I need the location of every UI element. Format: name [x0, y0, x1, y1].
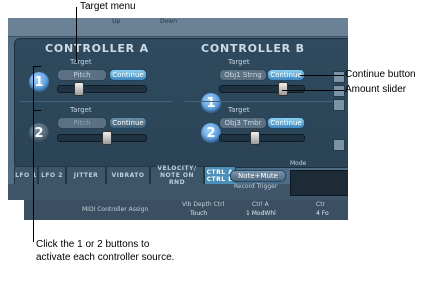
up-label: Up	[112, 18, 121, 25]
callout-target-menu: Target menu	[80, 1, 136, 12]
leader-line	[300, 75, 344, 76]
tab-lfo2[interactable]: LFO 2	[38, 166, 66, 185]
leader-line	[282, 90, 344, 91]
note-mute-button[interactable]: Note+Mute	[230, 170, 286, 182]
tab-lfo1[interactable]: LFO 1	[14, 166, 38, 185]
controller-b-row1-target-label: Target	[228, 58, 250, 66]
controller-a-row2-target-menu[interactable]: Pitch	[57, 117, 107, 129]
leader-line	[33, 66, 34, 242]
ctrl-a-label: Ctrl A	[252, 201, 269, 208]
divider	[185, 101, 339, 102]
ctrl-b-label: Ctr	[316, 201, 326, 208]
trigger-display	[290, 170, 348, 196]
leader-line	[33, 110, 41, 111]
controller-b-title: CONTROLLER B	[201, 42, 305, 55]
controller-b-row2-target-menu[interactable]: Obj3 Tmbr	[219, 117, 267, 129]
vib-depth-ctrl-label: Vib Depth Ctrl	[182, 201, 225, 208]
controller-b-row2-amount-slider[interactable]	[219, 131, 305, 145]
down-label: Down	[160, 18, 178, 25]
controller-a-source-1-button[interactable]: 1	[29, 72, 49, 92]
record-trigger-label: Record Trigger	[234, 183, 278, 190]
leader-line	[33, 66, 41, 67]
controller-a-row2-continue-button[interactable]: Continue	[109, 117, 147, 129]
midi-controller-assign-label: MIDI Controller Assign	[82, 206, 149, 213]
controller-b-source-2-button[interactable]: 2	[201, 123, 221, 143]
vib-depth-ctrl-value[interactable]: Touch	[190, 210, 207, 217]
controller-b-row1-amount-slider[interactable]	[219, 82, 305, 96]
controller-b-row1-target-menu[interactable]: Obj1 Strng	[219, 69, 267, 81]
tab-vibrato[interactable]: VIBRATO	[106, 166, 150, 185]
slider-knob[interactable]	[74, 82, 84, 96]
callout-continue-button: Continue button	[345, 69, 416, 80]
top-bar: Up Down	[8, 18, 348, 37]
slider-knob[interactable]	[102, 131, 112, 145]
controller-section: CONTROLLER A Target 1 Pitch Continue Tar…	[14, 38, 348, 168]
controller-a-row1-continue-button[interactable]: Continue	[109, 69, 147, 81]
controller-a-row1-target-label: Target	[70, 58, 92, 66]
controller-b-source-1-button[interactable]: 1	[201, 93, 221, 113]
controller-a-title: CONTROLLER A	[45, 42, 149, 55]
tab-velocity-note-on-rnd[interactable]: VELOCITY/ NOTE ON RND	[150, 165, 204, 186]
ctrl-b-value[interactable]: 4 Fo	[316, 210, 329, 217]
slider-knob[interactable]	[278, 82, 288, 96]
tab-jitter[interactable]: JITTER	[66, 166, 106, 185]
controller-b-row2-target-label: Target	[228, 106, 250, 114]
controller-a-row1-target-menu[interactable]: Pitch	[57, 69, 107, 81]
side-control-2[interactable]	[333, 85, 345, 97]
mode-label: Mode	[290, 160, 307, 167]
side-control-1[interactable]	[333, 71, 345, 83]
callout-amount-slider: Amount slider	[345, 84, 407, 95]
callout-bottom-note: Click the 1 or 2 buttons to activate eac…	[36, 239, 175, 263]
slider-knob[interactable]	[250, 131, 260, 145]
lower-bar: Note+Mute Record Trigger Mode	[8, 160, 348, 200]
controller-b-row2-continue-button[interactable]: Continue	[267, 117, 305, 129]
controller-a-source-2-button[interactable]: 2	[29, 123, 49, 143]
divider	[19, 101, 173, 102]
midi-assign-strip: MIDI Controller Assign Vib Depth Ctrl To…	[24, 200, 348, 220]
side-control-3[interactable]	[333, 99, 345, 111]
ctrl-a-value[interactable]: 1 ModWhl	[246, 210, 276, 217]
controller-a-row2-amount-slider[interactable]	[57, 131, 147, 145]
plugin-panel: Up Down CONTROLLER A Target 1 Pitch Cont…	[8, 18, 348, 200]
controller-a-row1-amount-slider[interactable]	[57, 82, 147, 96]
controller-a-row2-target-label: Target	[70, 106, 92, 114]
leader-line	[76, 7, 77, 63]
side-control-4[interactable]	[333, 139, 345, 151]
